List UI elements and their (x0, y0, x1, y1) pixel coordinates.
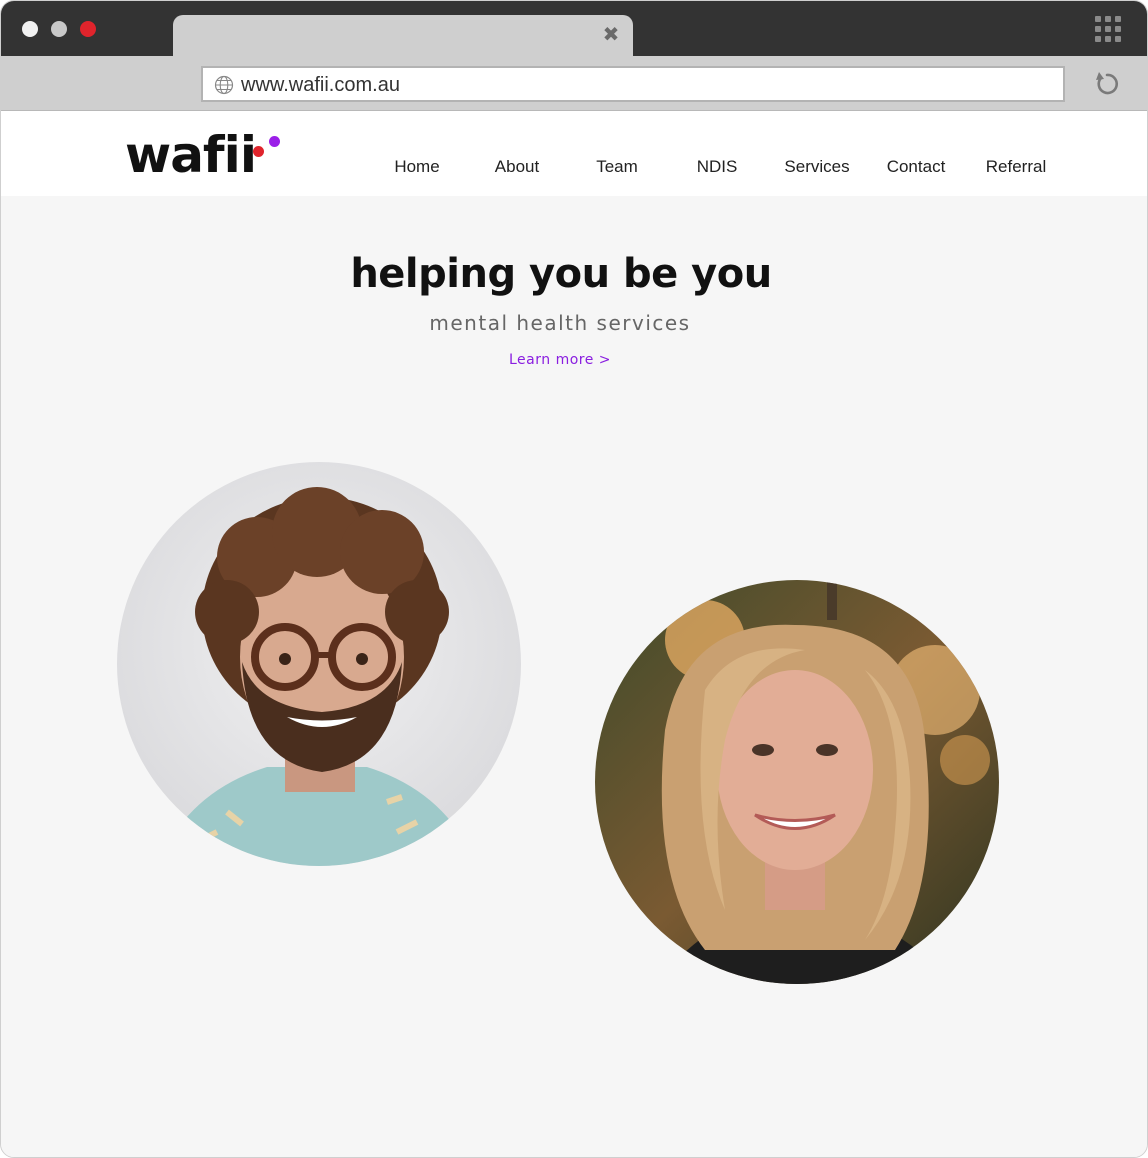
apps-grid-icon[interactable] (1095, 16, 1121, 42)
team-photo-man (117, 462, 521, 866)
url-input[interactable]: www.wafii.com.au (201, 66, 1065, 102)
logo-dot-red (253, 146, 264, 157)
globe-icon (214, 75, 234, 95)
browser-tab[interactable]: ✖ (173, 15, 633, 56)
tab-close-icon[interactable]: ✖ (601, 24, 621, 44)
browser-window: ✖ www.wafii.com.au wafii Home About Team… (0, 0, 1148, 1158)
nav-services[interactable]: Services (767, 157, 867, 177)
nav-contact[interactable]: Contact (866, 157, 966, 177)
window-control-close[interactable] (22, 21, 38, 37)
main-nav: Home About Team NDIS Services Contact Re… (1, 157, 1147, 181)
reload-icon[interactable] (1093, 70, 1121, 98)
browser-titlebar: ✖ (1, 1, 1147, 56)
site-header: wafii Home About Team NDIS Services Cont… (1, 111, 1147, 196)
nav-about[interactable]: About (467, 157, 567, 177)
team-photo-woman (595, 580, 999, 984)
nav-home[interactable]: Home (367, 157, 467, 177)
window-control-maximize[interactable] (80, 21, 96, 37)
url-text: www.wafii.com.au (241, 74, 400, 96)
hero-title: helping you be you (350, 251, 772, 297)
window-control-minimize[interactable] (51, 21, 67, 37)
browser-addressbar: www.wafii.com.au (1, 56, 1147, 111)
nav-ndis[interactable]: NDIS (667, 157, 767, 177)
hero-subtitle: mental health services (429, 311, 691, 335)
learn-more-link[interactable]: Learn more > (1, 352, 1119, 368)
nav-team[interactable]: Team (567, 157, 667, 177)
web-page: wafii Home About Team NDIS Services Cont… (1, 111, 1147, 1157)
nav-referral[interactable]: Referral (966, 157, 1066, 177)
logo-dot-purple (269, 136, 280, 147)
